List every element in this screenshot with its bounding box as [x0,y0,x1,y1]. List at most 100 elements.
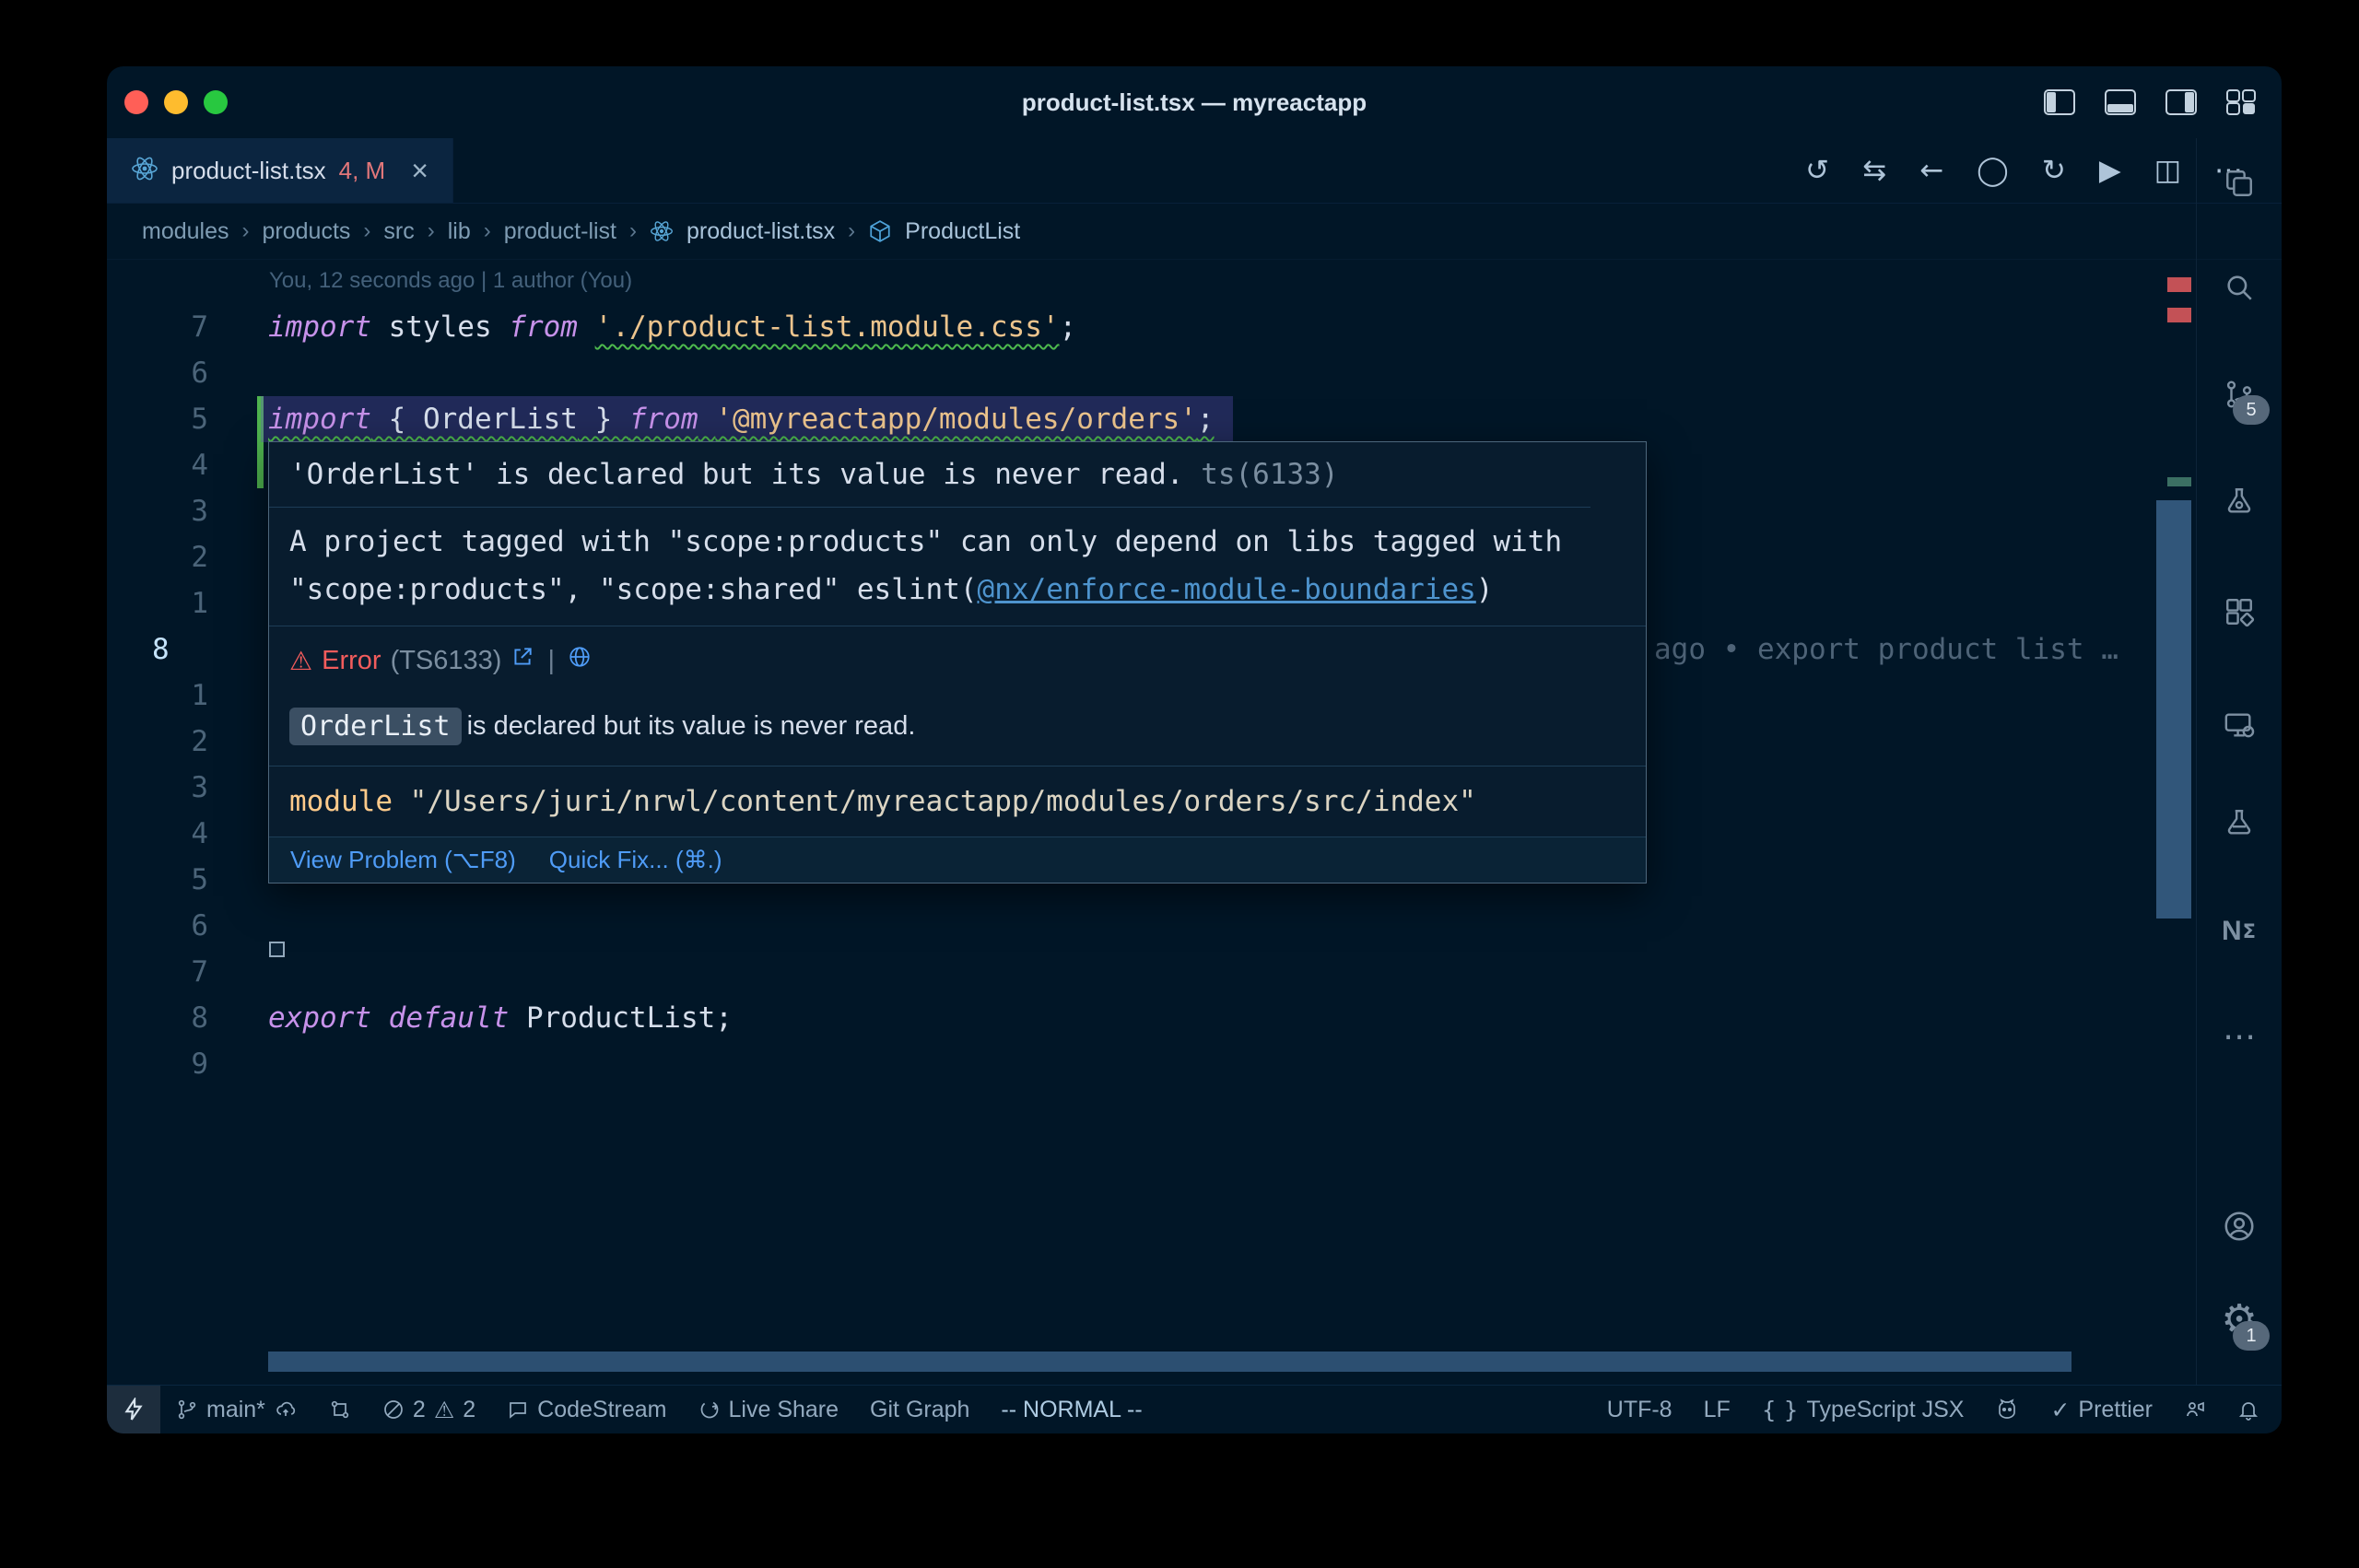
layout-grid-icon[interactable] [2226,89,2256,115]
line-number[interactable]: 4 [107,442,236,488]
test-beaker-icon[interactable] [2216,800,2262,846]
tab-close-icon[interactable]: × [411,156,428,185]
encoding-indicator[interactable]: UTF-8 [1607,1397,1672,1423]
hover-module-line: module "/Users/juri/nrwl/content/myreact… [269,766,1646,837]
globe-icon[interactable] [568,645,592,676]
line-number[interactable]: 2 [107,719,236,765]
line-number[interactable]: 3 [107,488,236,534]
vim-mode-text: -- NORMAL -- [1001,1397,1142,1423]
chevron-right-icon: › [848,218,855,244]
accounts-icon[interactable] [2216,1203,2262,1249]
chip-message: is declared but its value is never read. [467,711,916,742]
braces-icon: { } [1762,1397,1799,1423]
timeline-icon[interactable]: ↺ [1805,154,1829,187]
overview-info-mark [2167,477,2191,486]
horizontal-scrollbar-slider[interactable] [268,1352,2071,1372]
line-number[interactable]: 2 [107,534,236,580]
navigate-forward-icon[interactable]: ↻ [2042,154,2066,187]
tab-product-list[interactable]: product-list.tsx 4, M × [107,138,453,203]
prettier-indicator[interactable]: ✓ Prettier [2050,1397,2153,1423]
line-number[interactable]: 9 [107,1041,236,1087]
eslint-message-close: ) [1476,573,1494,606]
code-line[interactable]: import { OrderList } from '@myreactapp/m… [261,396,1233,442]
error-count: 2 [413,1397,426,1423]
hover-message-code: ts(6133) [1201,458,1338,491]
warning-icon: ⚠ [434,1397,454,1423]
hover-error-section: ⚠ Error (TS6133) | OrderList is declared… [269,626,1646,766]
line-number[interactable]: 6 [107,350,236,396]
problems-indicator[interactable]: 2 ⚠ 2 [382,1397,475,1423]
vertical-scrollbar-slider[interactable] [2156,500,2191,919]
breadcrumb-product-list[interactable]: product-list [504,218,616,245]
compare-changes-icon[interactable]: ⇆ [1862,154,1886,187]
vim-mode-indicator[interactable]: -- NORMAL -- [1001,1397,1142,1423]
line-number[interactable]: 3 [107,765,236,811]
line-number[interactable]: 7 [107,304,236,350]
live-share-item[interactable]: Live Share [698,1397,839,1423]
branch-indicator[interactable]: main* [176,1397,298,1423]
extensions-icon[interactable] [2216,589,2262,635]
remote-explorer-icon[interactable] [2216,702,2262,748]
chevron-right-icon: › [363,218,370,244]
react-icon [131,155,158,187]
code-line[interactable]: import styles from './product-list.modul… [268,304,1076,350]
codestream-item[interactable]: CodeStream [507,1397,666,1423]
line-number[interactable]: 7 [107,949,236,995]
gitlens-compare-icon[interactable] [329,1398,351,1421]
git-graph-item[interactable]: Git Graph [870,1397,969,1423]
code-line[interactable]: export default ProductList; [268,995,733,1041]
line-number[interactable]: 1 [107,673,236,719]
eslint-rule-link[interactable]: @nx/enforce-module-boundaries [978,573,1476,606]
breadcrumb-products[interactable]: products [263,218,351,245]
line-number[interactable]: 8 [107,995,236,1041]
activity-bar: 5 NΣ ⋯ ⚙ 1 [2196,138,2282,1386]
split-editor-icon[interactable]: ◫ [2154,154,2181,187]
copilot-octoface-icon[interactable] [1995,1398,2019,1421]
line-number[interactable]: 4 [107,811,236,857]
share-icon [698,1398,721,1421]
eol-indicator[interactable]: LF [1704,1397,1731,1423]
symbol-chip: OrderList [289,708,462,745]
breadcrumb-modules[interactable]: modules [142,218,229,245]
check-icon: ✓ [2050,1397,2070,1423]
run-file-icon[interactable]: ▶ [2099,154,2121,187]
line-number[interactable]: 5 [107,857,236,903]
toggle-sidebar-icon[interactable] [2044,89,2075,115]
remote-indicator[interactable] [107,1386,160,1433]
feedback-icon[interactable] [2184,1398,2206,1421]
breadcrumb-lib[interactable]: lib [448,218,471,245]
language-indicator[interactable]: { } TypeScript JSX [1762,1397,1965,1423]
explorer-copy-icon[interactable] [2216,160,2262,206]
line-number[interactable]: 1 [107,580,236,626]
additional-views-icon[interactable]: ⋯ [2216,1013,2262,1059]
git-graph-label: Git Graph [870,1397,969,1423]
sync-status-icon[interactable]: ◯ [1977,154,2009,187]
nx-console-icon[interactable]: NΣ [2216,908,2262,954]
toggle-secondary-sidebar-icon[interactable] [2165,89,2197,115]
gitlens-codelens[interactable]: You, 12 seconds ago | 1 author (You) [269,260,632,304]
error-circle-icon [382,1398,405,1421]
breadcrumb-symbol[interactable]: ProductList [905,218,1020,245]
line-number[interactable]: 5 [107,396,236,442]
hover-resize-handle[interactable] [269,942,285,957]
breadcrumb-src[interactable]: src [383,218,414,245]
breadcrumb-file[interactable]: product-list.tsx [687,218,835,245]
search-icon[interactable] [2216,264,2262,310]
editor-surface[interactable]: You, 12 seconds ago | 1 author (You) ago… [107,260,2282,1387]
open-external-icon[interactable] [511,645,534,676]
nx-letter: N [2222,916,2243,947]
separator: | [547,646,555,676]
line-number[interactable]: 6 [107,903,236,949]
view-problem-link[interactable]: View Problem (⌥F8) [290,846,516,874]
line-number[interactable]: 8 [107,626,236,673]
notifications-bell-icon[interactable] [2237,1398,2259,1421]
navigate-back-icon[interactable]: ← [1919,154,1943,187]
warning-count: 2 [463,1397,475,1423]
source-control-icon[interactable]: 5 [2216,371,2262,417]
error-code: (TS6133) [391,646,502,676]
quick-fix-link[interactable]: Quick Fix... (⌘.) [549,846,722,874]
settings-gear-icon[interactable]: ⚙ 1 [2216,1297,2262,1343]
module-keyword: module [289,785,393,818]
beaker-gear-icon[interactable] [2216,478,2262,524]
toggle-panel-icon[interactable] [2105,89,2136,115]
